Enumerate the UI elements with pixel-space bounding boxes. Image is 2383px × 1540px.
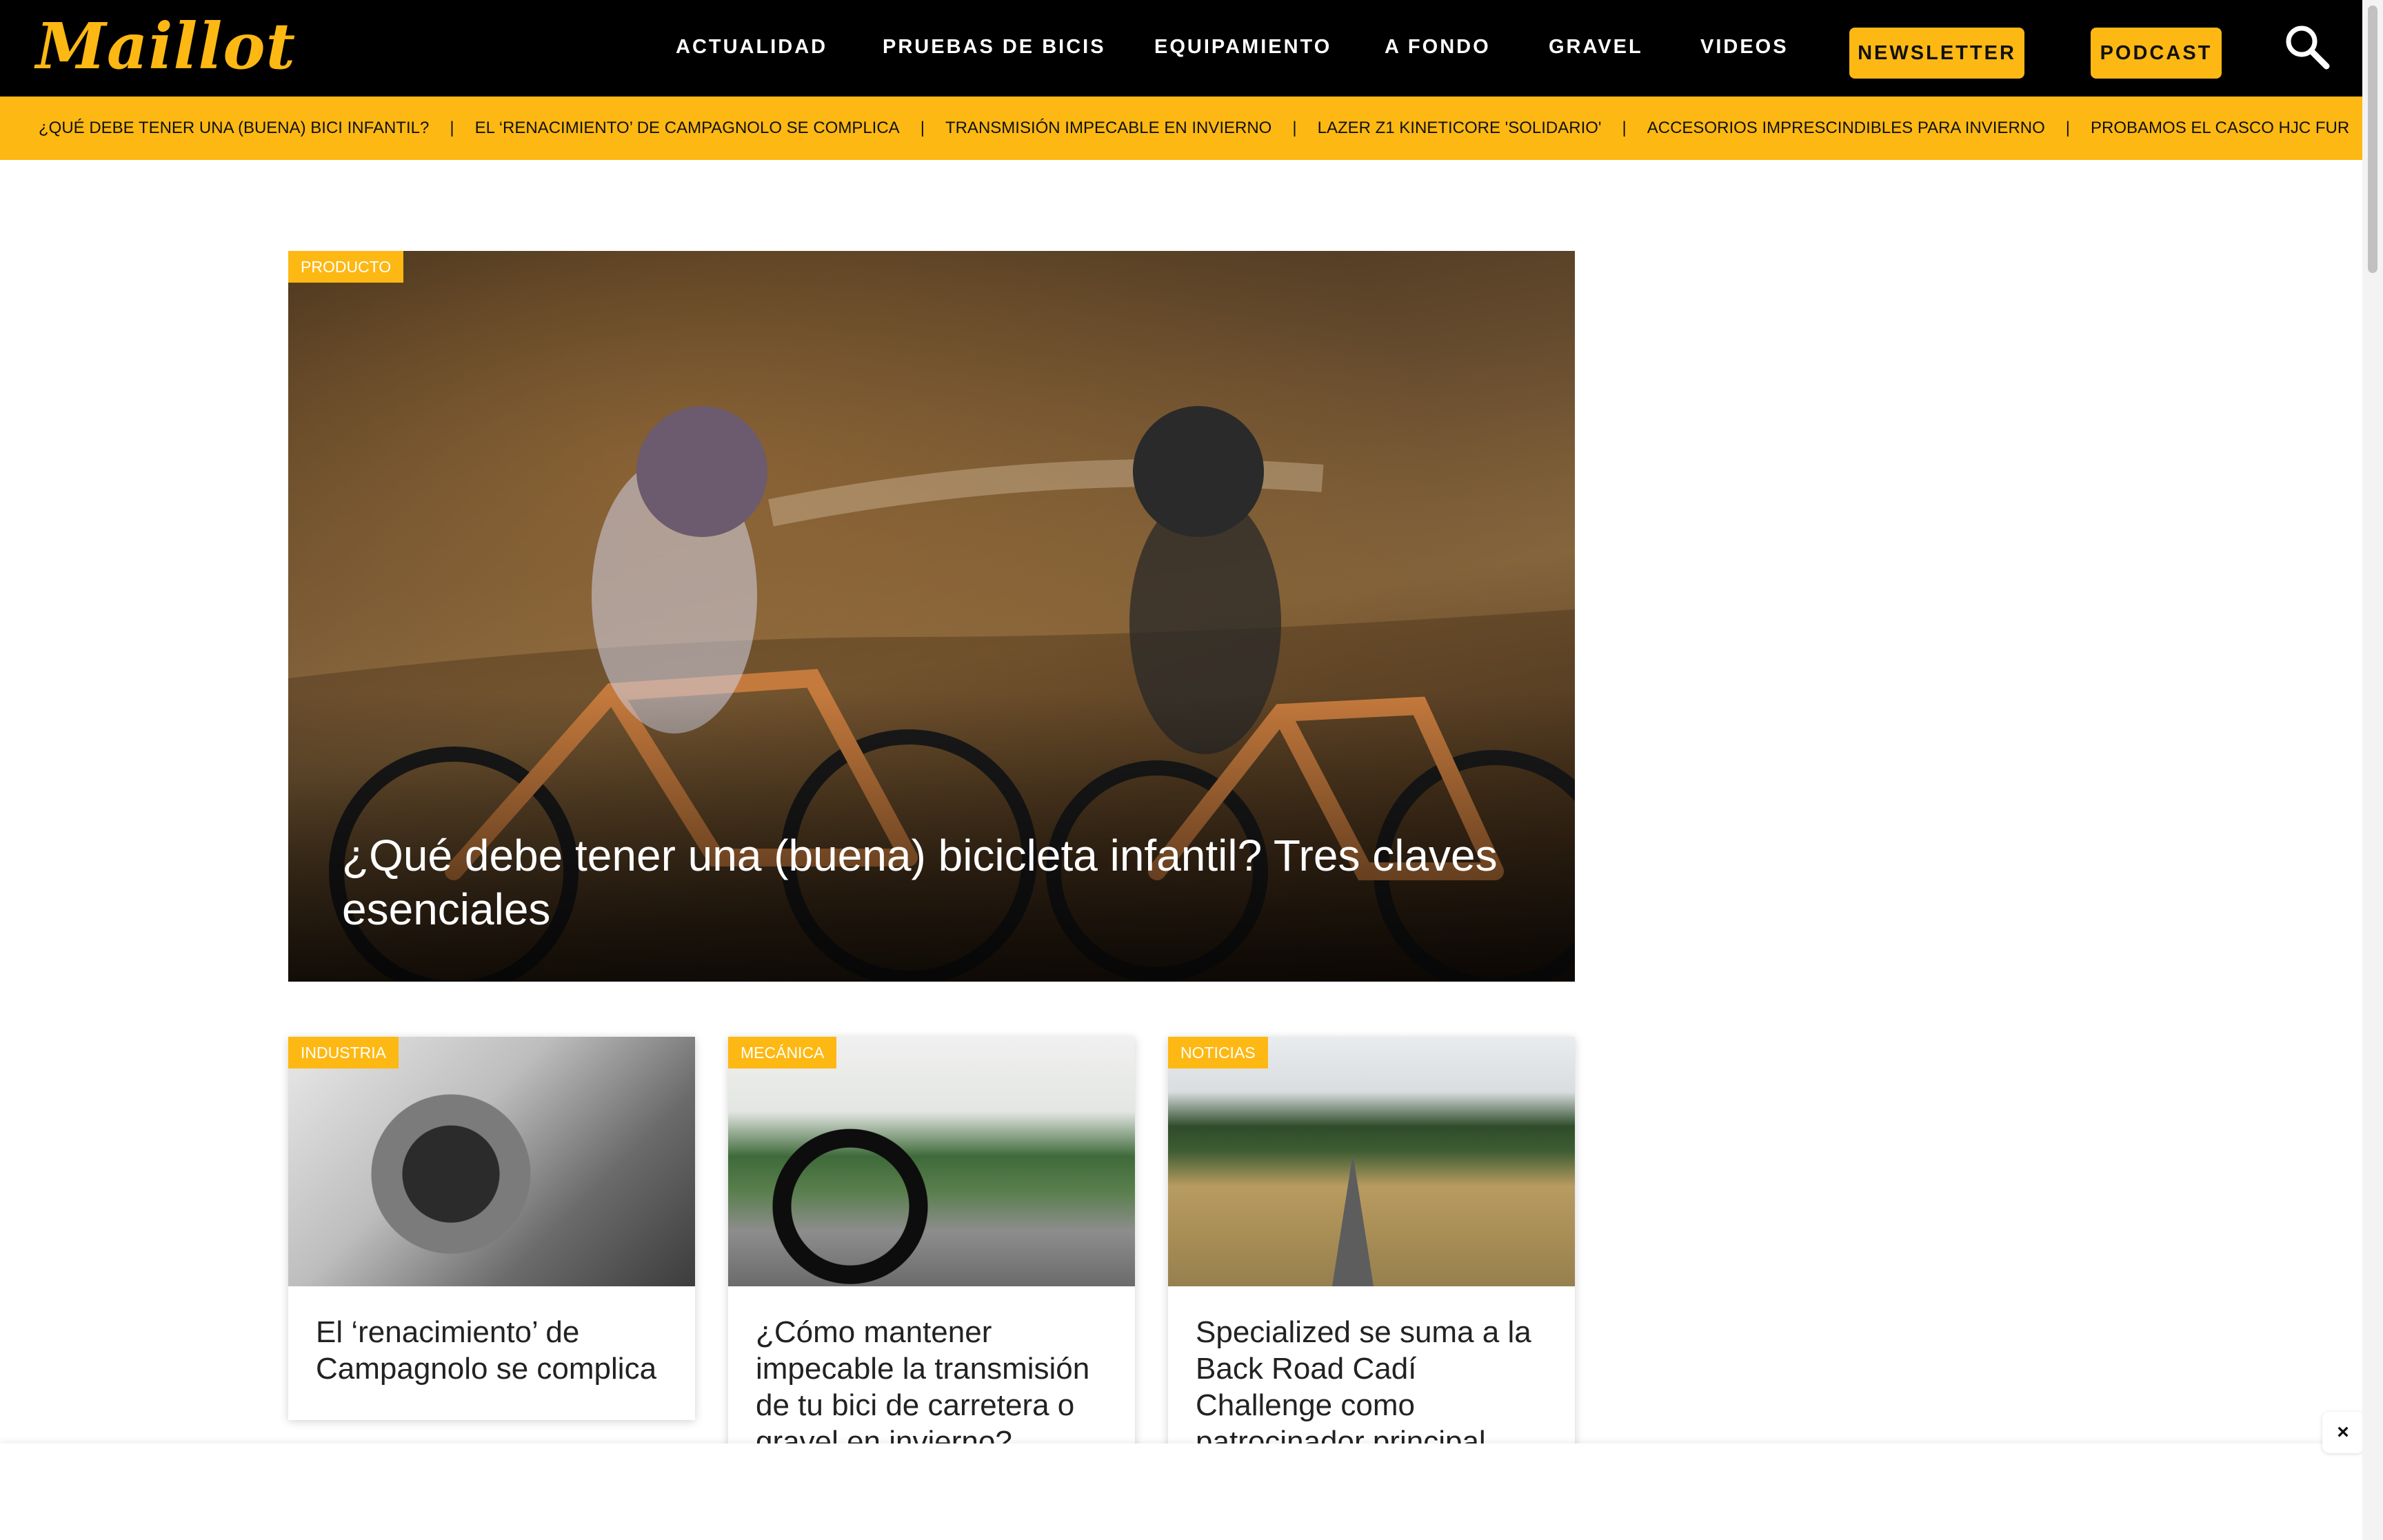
- nav-link-videos[interactable]: VIDEOS: [1700, 33, 1789, 61]
- nav-link-a-fondo[interactable]: A FONDO: [1385, 33, 1491, 61]
- ticker-item[interactable]: TRANSMISIÓN IMPECABLE EN INVIERNO: [945, 119, 1271, 138]
- article-title[interactable]: El ‘renacimiento’ de Campagnolo se compl…: [288, 1286, 695, 1420]
- ticker-item[interactable]: PROBAMOS EL CASCO HJC FUR: [2091, 119, 2349, 138]
- ticker-item[interactable]: EL ‘RENACIMIENTO’ DE CAMPAGNOLO SE COMPL…: [475, 119, 900, 138]
- ticker-separator: |: [1292, 119, 1297, 137]
- article-card[interactable]: INDUSTRIA El ‘renacimiento’ de Campagnol…: [288, 1037, 695, 1420]
- scrollbar-thumb[interactable]: [2368, 6, 2377, 273]
- ticker-item[interactable]: ACCESORIOS IMPRESCINDIBLES PARA INVIERNO: [1647, 119, 2045, 138]
- road-shape: [1332, 1154, 1374, 1286]
- close-icon[interactable]: ×: [2322, 1412, 2364, 1453]
- category-badge[interactable]: NOTICIAS: [1168, 1037, 1268, 1068]
- vertical-scrollbar[interactable]: [2362, 0, 2383, 1540]
- site-header: Maillot ACTUALIDAD PRUEBAS DE BICIS EQUI…: [0, 0, 2362, 97]
- search-icon[interactable]: [2282, 22, 2332, 72]
- article-image: NOTICIAS: [1168, 1037, 1575, 1286]
- category-badge[interactable]: INDUSTRIA: [288, 1037, 399, 1068]
- ticker-item[interactable]: LAZER Z1 KINETICORE 'SOLIDARIO': [1318, 119, 1602, 138]
- ticker-item[interactable]: ¿QUÉ DEBE TENER UNA (BUENA) BICI INFANTI…: [39, 119, 429, 138]
- news-ticker: ¿QUÉ DEBE TENER UNA (BUENA) BICI INFANTI…: [0, 97, 2362, 160]
- article-card[interactable]: NOTICIAS Specialized se suma a la Back R…: [1168, 1037, 1575, 1493]
- site-logo[interactable]: Maillot: [36, 8, 296, 84]
- article-image: INDUSTRIA: [288, 1037, 695, 1286]
- nav-link-gravel[interactable]: GRAVEL: [1549, 33, 1643, 61]
- nav-link-equipamiento[interactable]: EQUIPAMIENTO: [1154, 33, 1331, 61]
- category-badge[interactable]: PRODUCTO: [288, 251, 404, 283]
- nav-link-pruebas-de-bicis[interactable]: PRUEBAS DE BICIS: [883, 33, 1106, 61]
- article-card[interactable]: MECÁNICA ¿Cómo mantener impecable la tra…: [728, 1037, 1135, 1493]
- newsletter-button[interactable]: NEWSLETTER: [1849, 28, 2024, 79]
- hero-title[interactable]: ¿Qué debe tener una (buena) bicicleta in…: [342, 829, 1514, 936]
- ticker-separator: |: [450, 119, 454, 137]
- ticker-separator: |: [2065, 119, 2071, 137]
- ticker-separator: |: [1622, 119, 1627, 137]
- category-badge[interactable]: MECÁNICA: [728, 1037, 837, 1068]
- hero-article[interactable]: PRODUCTO ¿Qué debe tener una (buena) bic…: [288, 251, 1575, 982]
- ticker-track: ¿QUÉ DEBE TENER UNA (BUENA) BICI INFANTI…: [39, 97, 2349, 160]
- nav-link-actualidad[interactable]: ACTUALIDAD: [676, 33, 827, 61]
- bottom-ad-bar: [0, 1443, 2362, 1540]
- article-image: MECÁNICA: [728, 1037, 1135, 1286]
- ticker-separator: |: [920, 119, 925, 137]
- podcast-button[interactable]: PODCAST: [2091, 28, 2222, 79]
